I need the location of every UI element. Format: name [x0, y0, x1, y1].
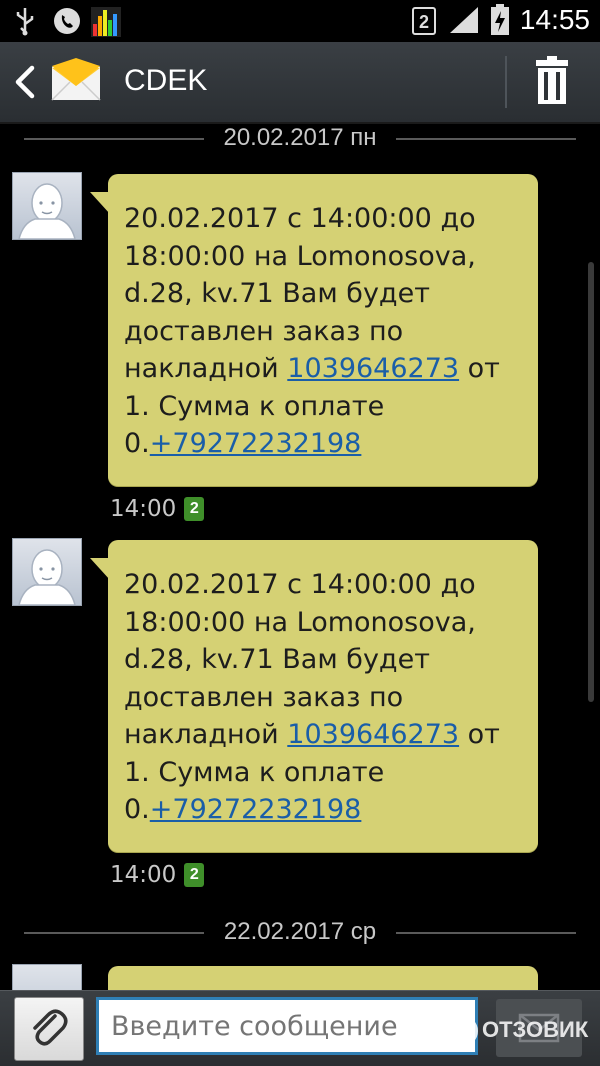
message-time: 14:00	[110, 496, 177, 522]
status-time: 14:55	[519, 4, 590, 35]
sim-2-icon: 2	[184, 863, 205, 887]
contact-name[interactable]: CDEK	[124, 64, 207, 98]
sms-conversation-screen: 2 14:55 CDEK 20.02.2017 пн 20.02.2017 с …	[0, 0, 600, 1066]
message-bubble[interactable]	[108, 966, 538, 990]
back-arrow-icon[interactable]	[12, 64, 38, 100]
message-bubble[interactable]: 20.02.2017 с 14:00:00 до 18:00:00 на Lom…	[90, 540, 538, 852]
date-label: 22.02.2017 ср	[223, 918, 377, 945]
bubble-tail	[90, 558, 110, 580]
avatar[interactable]	[12, 538, 82, 606]
phone-call-icon	[54, 8, 80, 34]
sim-2-icon: 2	[412, 7, 436, 35]
message-input[interactable]	[96, 997, 478, 1055]
watermark-logo: ОТЗОВИК	[448, 1016, 598, 1056]
scrollbar[interactable]	[588, 262, 594, 702]
equalizer-app-icon	[91, 7, 121, 37]
sim-2-icon: 2	[184, 497, 205, 521]
avatar[interactable]	[12, 172, 82, 240]
envelope-icon[interactable]	[50, 56, 102, 108]
paperclip-icon	[33, 1009, 68, 1046]
action-bar: CDEK	[0, 42, 600, 124]
divider-line	[396, 138, 576, 140]
watermark-circle-icon	[448, 1016, 478, 1046]
message-list[interactable]: 20.02.2017 пн 20.02.2017 с 14:00:00 до 1…	[0, 122, 600, 990]
divider-line	[396, 932, 576, 934]
battery-charging-icon	[491, 4, 509, 35]
svg-text:2: 2	[419, 12, 429, 32]
date-divider: 22.02.2017 ср	[0, 916, 600, 950]
date-label: 20.02.2017 пн	[223, 124, 377, 151]
divider-line	[24, 138, 204, 140]
message-text: 20.02.2017 с 14:00:00 до 18:00:00 на Lom…	[108, 540, 538, 851]
message-meta: 14:00 2	[110, 496, 205, 526]
trash-icon[interactable]	[520, 54, 584, 110]
phone-link[interactable]: +79272232198	[150, 428, 362, 459]
message-meta: 14:00 2	[110, 862, 205, 892]
message-time: 14:00	[110, 862, 177, 888]
date-divider: 20.02.2017 пн	[0, 122, 600, 156]
attach-button[interactable]	[14, 997, 84, 1061]
message-bubble[interactable]: 20.02.2017 с 14:00:00 до 18:00:00 на Lom…	[90, 174, 538, 486]
default-contact-icon	[18, 183, 76, 240]
watermark-text: ОТЗОВИК	[482, 1016, 589, 1042]
action-bar-divider	[505, 56, 507, 108]
avatar[interactable]	[12, 964, 82, 990]
bubble-tail	[90, 192, 110, 214]
status-bar: 2 14:55	[0, 0, 600, 42]
tracking-number-link[interactable]: 1039646273	[287, 353, 459, 384]
message-text: 20.02.2017 с 14:00:00 до 18:00:00 на Lom…	[108, 174, 538, 485]
signal-icon	[450, 7, 478, 33]
divider-line	[24, 932, 204, 934]
phone-link[interactable]: +79272232198	[150, 794, 362, 825]
tracking-number-link[interactable]: 1039646273	[287, 719, 459, 750]
default-contact-icon	[18, 549, 76, 606]
usb-icon	[16, 8, 34, 36]
